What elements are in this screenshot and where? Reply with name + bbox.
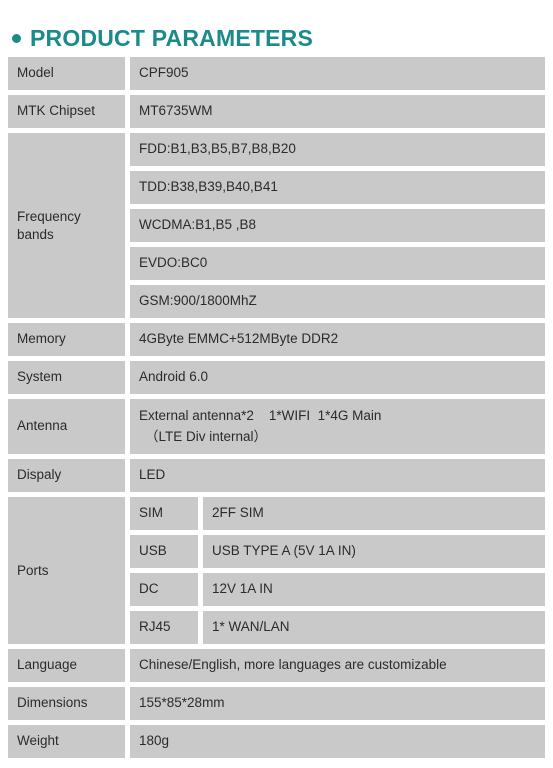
- row-value: 180g: [130, 725, 545, 758]
- row-label: System: [8, 361, 125, 394]
- table-row-antenna: Antenna External antenna*2 1*WIFI 1*4G M…: [8, 399, 545, 454]
- frequency-bands-list: FDD:B1,B3,B5,B7,B8,B20 TDD:B38,B39,B40,B…: [130, 133, 545, 318]
- table-row-ports: Ports SIM 2FF SIM USB USB TYPE A (5V 1A …: [8, 497, 545, 644]
- product-parameters-page: PRODUCT PARAMETERS Model CPF905 MTK Chip…: [0, 0, 553, 768]
- row-label: Antenna: [8, 399, 125, 454]
- row-value: MT6735WM: [130, 95, 545, 128]
- row-label: MTK Chipset: [8, 95, 125, 128]
- row-label: Dimensions: [8, 687, 125, 720]
- list-item: SIM 2FF SIM: [130, 497, 545, 530]
- list-item: WCDMA:B1,B5 ,B8: [130, 209, 545, 242]
- port-sub-label: USB: [130, 535, 198, 568]
- row-label: Model: [8, 57, 125, 90]
- table-row: Weight 180g: [8, 725, 545, 758]
- row-value: 4GByte EMMC+512MByte DDR2: [130, 323, 545, 356]
- table-row: MTK Chipset MT6735WM: [8, 95, 545, 128]
- row-label-merged: Frequency bands: [8, 133, 125, 318]
- row-label: Weight: [8, 725, 125, 758]
- row-value: GSM:900/1800MhZ: [130, 285, 545, 318]
- table-row: Language Chinese/English, more languages…: [8, 649, 545, 682]
- row-value: 155*85*28mm: [130, 687, 545, 720]
- port-sub-label: SIM: [130, 497, 198, 530]
- row-value: EVDO:BC0: [130, 247, 545, 280]
- list-item: RJ45 1* WAN/LAN: [130, 611, 545, 644]
- table-row: System Android 6.0: [8, 361, 545, 394]
- row-label: Dispaly: [8, 459, 125, 492]
- row-value: LED: [130, 459, 545, 492]
- table-row: Memory 4GByte EMMC+512MByte DDR2: [8, 323, 545, 356]
- row-value: CPF905: [130, 57, 545, 90]
- table-row: Dimensions 155*85*28mm: [8, 687, 545, 720]
- table-row: Dispaly LED: [8, 459, 545, 492]
- list-item: FDD:B1,B3,B5,B7,B8,B20: [130, 133, 545, 166]
- row-label-merged: Ports: [8, 497, 125, 644]
- ports-list: SIM 2FF SIM USB USB TYPE A (5V 1A IN) DC…: [130, 497, 545, 644]
- port-sub-label: RJ45: [130, 611, 198, 644]
- port-value: 1* WAN/LAN: [203, 611, 545, 644]
- list-item: DC 12V 1A IN: [130, 573, 545, 606]
- row-label: Language: [8, 649, 125, 682]
- antenna-line-2: （LTE Div internal）: [145, 428, 268, 444]
- list-item: USB USB TYPE A (5V 1A IN): [130, 535, 545, 568]
- specification-table: Model CPF905 MTK Chipset MT6735WM Freque…: [8, 57, 545, 758]
- list-item: GSM:900/1800MhZ: [130, 285, 545, 318]
- table-row: Model CPF905: [8, 57, 545, 90]
- table-row-frequency-bands: Frequency bands FDD:B1,B3,B5,B7,B8,B20 TD…: [8, 133, 545, 318]
- port-value: 12V 1A IN: [203, 573, 545, 606]
- row-value: FDD:B1,B3,B5,B7,B8,B20: [130, 133, 545, 166]
- page-title: PRODUCT PARAMETERS: [0, 0, 553, 49]
- antenna-line-1: External antenna*2 1*WIFI 1*4G Main: [139, 408, 382, 424]
- row-value: TDD:B38,B39,B40,B41: [130, 171, 545, 204]
- row-value: External antenna*2 1*WIFI 1*4G Main （LTE…: [130, 399, 545, 454]
- row-label-text: Frequency bands: [17, 208, 81, 242]
- port-value: 2FF SIM: [203, 497, 545, 530]
- page-title-text: PRODUCT PARAMETERS: [30, 24, 314, 51]
- bullet-dot-icon: [12, 33, 21, 43]
- list-item: EVDO:BC0: [130, 247, 545, 280]
- row-value: Chinese/English, more languages are cust…: [130, 649, 545, 682]
- row-value: WCDMA:B1,B5 ,B8: [130, 209, 545, 242]
- row-label: Memory: [8, 323, 125, 356]
- port-sub-label: DC: [130, 573, 198, 606]
- list-item: TDD:B38,B39,B40,B41: [130, 171, 545, 204]
- port-value: USB TYPE A (5V 1A IN): [203, 535, 545, 568]
- row-value: Android 6.0: [130, 361, 545, 394]
